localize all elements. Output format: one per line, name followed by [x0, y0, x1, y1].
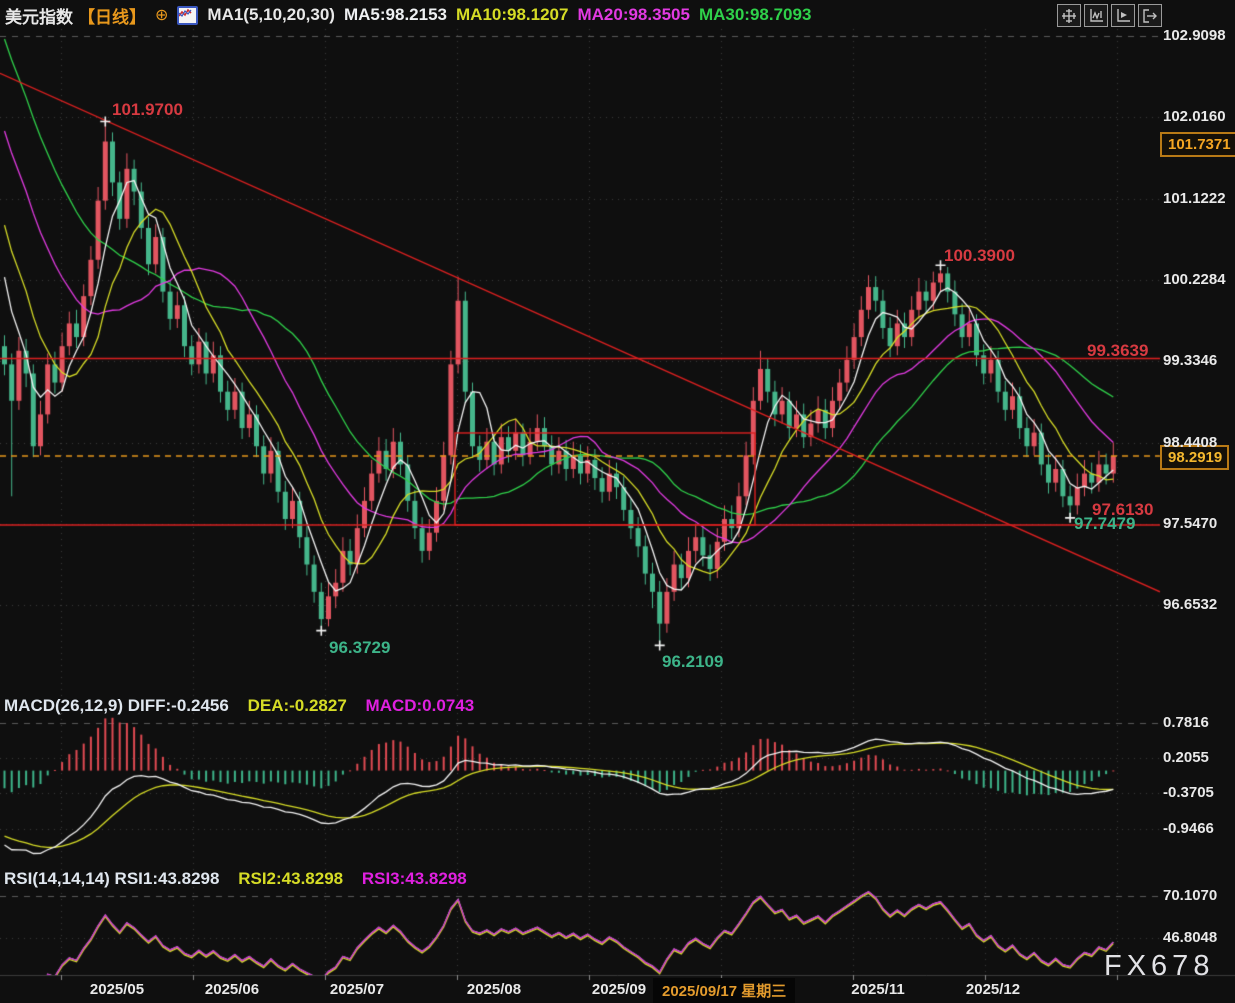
instrument-title: 美元指数 — [5, 3, 73, 28]
chart-type-icon[interactable] — [177, 6, 198, 25]
macd-dea-label: DEA:-0.2827 — [248, 696, 347, 715]
rsi1-label: RSI(14,14,14) RSI1:43.8298 — [4, 869, 219, 888]
price-axis-tick: 101.1222 — [1163, 190, 1226, 207]
price-axis-tick: 98.4408 — [1163, 434, 1217, 451]
macd-axis-tick: -0.3705 — [1163, 784, 1214, 801]
chart-toolbar — [1057, 4, 1162, 27]
time-axis-label: 2025/11 — [851, 981, 904, 998]
rsi3-label: RSI3:43.8298 — [362, 869, 467, 888]
crosshair-move-icon[interactable] — [1057, 4, 1081, 27]
rsi-axis-tick: 46.8048 — [1163, 929, 1217, 946]
price-axis-tick: 102.9098 — [1163, 27, 1226, 44]
exit-chart-icon[interactable] — [1138, 4, 1162, 27]
add-indicator-icon[interactable]: ⊕ — [155, 5, 168, 25]
rsi-axis-tick: 70.1070 — [1163, 887, 1217, 904]
price-annotation: 97.7479 — [1074, 514, 1135, 534]
price-axis-tick: 99.3346 — [1163, 352, 1217, 369]
macd-axis-tick: -0.9466 — [1163, 820, 1214, 837]
price-axis-tick: 97.5470 — [1163, 515, 1217, 532]
scale-axis-icon[interactable] — [1084, 4, 1108, 27]
time-axis-label: 2025/09 — [592, 981, 646, 998]
price-annotation: 99.3639 — [1087, 341, 1148, 361]
ma20-value: MA20:98.3505 — [577, 5, 689, 25]
fx678-watermark: FX678 — [1104, 950, 1214, 983]
time-axis-label: 2025/06 — [205, 981, 259, 998]
chart-forward-icon[interactable] — [1111, 4, 1135, 27]
alert-level-label: 101.7371 — [1160, 132, 1235, 157]
macd-main-label: MACD(26,12,9) DIFF:-0.2456 — [4, 696, 229, 715]
chart-header: 美元指数 【日线】 ⊕ MA1(5,10,20,30) MA5:98.2153 … — [5, 3, 811, 27]
price-axis-tick: 100.2284 — [1163, 271, 1226, 288]
price-annotation: 96.2109 — [662, 652, 723, 672]
price-axis-tick: 102.0160 — [1163, 108, 1226, 125]
period-tag[interactable]: 【日线】 — [78, 3, 146, 28]
ma30-value: MA30:98.7093 — [699, 5, 811, 25]
time-axis-label: 2025/12 — [966, 981, 1020, 998]
macd-macd-label: MACD:0.0743 — [366, 696, 475, 715]
price-annotation: 100.3900 — [944, 246, 1015, 266]
price-annotation: 101.9700 — [112, 100, 183, 120]
ma-settings-label: MA1(5,10,20,30) — [207, 5, 335, 25]
time-axis-label: 2025/05 — [90, 981, 144, 998]
ma10-value: MA10:98.1207 — [456, 5, 568, 25]
rsi2-label: RSI2:43.8298 — [238, 869, 343, 888]
time-axis-label: 2025/07 — [330, 981, 384, 998]
trading-app-window: 美元指数 【日线】 ⊕ MA1(5,10,20,30) MA5:98.2153 … — [0, 0, 1235, 1003]
rsi-panel-header: RSI(14,14,14) RSI1:43.8298 RSI2:43.8298 … — [4, 869, 481, 889]
macd-axis-tick: 0.7816 — [1163, 714, 1209, 731]
ma5-value: MA5:98.2153 — [344, 5, 447, 25]
chart-canvas[interactable] — [0, 0, 1235, 1003]
price-annotation: 96.3729 — [329, 638, 390, 658]
highlighted-date-label: 2025/09/17 星期三 — [653, 978, 795, 1003]
macd-axis-tick: 0.2055 — [1163, 749, 1209, 766]
price-axis-tick: 96.6532 — [1163, 596, 1217, 613]
time-axis-label: 2025/08 — [467, 981, 521, 998]
macd-panel-header: MACD(26,12,9) DIFF:-0.2456 DEA:-0.2827 M… — [4, 696, 488, 716]
